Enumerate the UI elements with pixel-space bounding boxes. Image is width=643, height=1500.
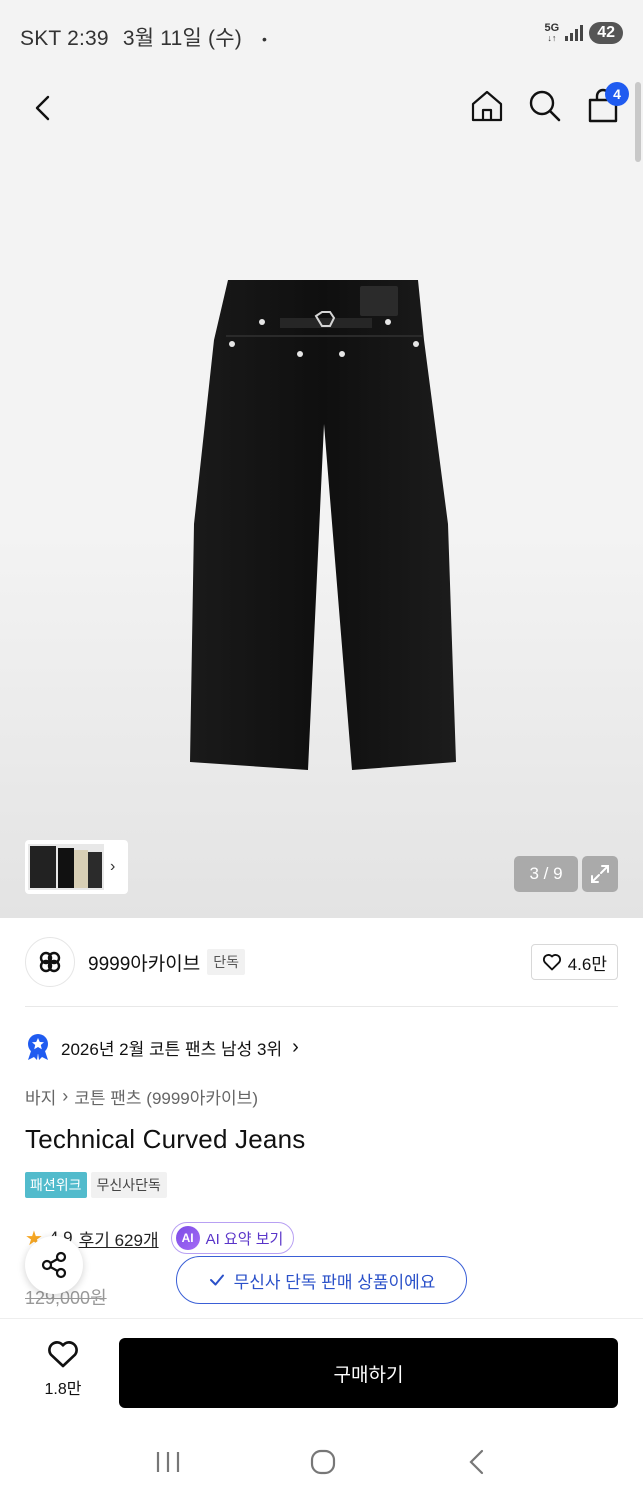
check-icon <box>209 1274 224 1286</box>
recent-apps-icon <box>156 1451 179 1472</box>
status-bar: SKT 2:39 3월 11일 (수) • 5G ↓↑ 42 <box>0 0 643 70</box>
share-icon <box>41 1251 67 1279</box>
home-icon <box>471 90 503 122</box>
product-title: Technical Curved Jeans <box>25 1124 306 1154</box>
ai-summary-button[interactable]: AI AI 요약 보기 <box>170 1222 295 1254</box>
tag-musinsa-exclusive: 무신사단독 <box>90 1172 167 1198</box>
cart-button[interactable]: 4 <box>585 82 629 124</box>
thumbnail-image <box>28 844 104 890</box>
search-button[interactable] <box>527 88 563 124</box>
recent-apps-button[interactable] <box>154 1449 182 1480</box>
share-button[interactable] <box>25 1236 83 1294</box>
wishlist-button[interactable]: 1.8만 <box>28 1339 98 1399</box>
battery-icon: 42 <box>589 22 623 44</box>
brand-like-button[interactable]: 4.6만 <box>530 944 618 980</box>
back-arrow-icon <box>469 1449 484 1474</box>
network-5g-icon: 5G ↓↑ <box>544 22 560 44</box>
chevron-right-icon: › <box>62 1086 69 1106</box>
chevron-right-icon: › <box>292 1035 299 1058</box>
carrier-time: SKT 2:39 <box>20 27 109 50</box>
product-image[interactable] <box>180 274 470 774</box>
exclusive-toast: 무신사 단독 판매 상품이에요 <box>176 1256 467 1304</box>
search-icon <box>529 90 561 122</box>
ranking-link[interactable]: 2026년 2월 코튼 팬츠 남성 3위 › <box>25 1033 299 1061</box>
status-indicators: 5G ↓↑ 42 <box>545 22 623 44</box>
breadcrumb-subcategory[interactable]: 코튼 팬츠 (9999아카이브) <box>74 1084 258 1109</box>
expand-icon <box>591 865 609 883</box>
chevron-right-icon: › <box>110 858 116 875</box>
cart-count-badge: 4 <box>605 82 629 106</box>
exclusive-tag: 단독 <box>207 949 245 975</box>
buy-button[interactable]: 구매하기 <box>119 1338 618 1408</box>
ai-summary-label: AI 요약 보기 <box>205 1230 284 1248</box>
home-circle-icon <box>311 1449 336 1474</box>
review-count-link[interactable]: 후기 629개 <box>79 1226 159 1251</box>
wishlist-count: 1.8만 <box>44 1381 82 1398</box>
scrollbar[interactable] <box>635 82 641 162</box>
fullscreen-button[interactable] <box>582 856 618 892</box>
heart-icon <box>542 954 561 971</box>
status-date: 3월 11일 (수) <box>122 27 242 50</box>
breadcrumb: 바지 › 코튼 팬츠 (9999아카이브) <box>25 1084 258 1109</box>
brand-logo[interactable] <box>25 937 75 987</box>
status-time-date: SKT 2:39 3월 11일 (수) • <box>20 22 267 52</box>
back-button[interactable] <box>28 92 60 124</box>
back-system-button[interactable] <box>465 1448 489 1481</box>
signal-icon <box>565 25 584 41</box>
home-button[interactable] <box>469 88 505 124</box>
purchase-bar: 1.8만 구매하기 <box>0 1318 643 1428</box>
ai-icon: AI <box>175 1226 200 1250</box>
brand-logo-icon <box>39 951 61 973</box>
chevron-left-icon <box>35 95 50 121</box>
header-actions: 4 <box>469 82 629 124</box>
ranking-text: 2026년 2월 코튼 팬츠 남성 3위 <box>61 1039 283 1059</box>
notification-dot: • <box>261 31 268 48</box>
product-gallery[interactable]: 4 › 3 / 9 <box>0 70 643 918</box>
divider <box>25 1006 618 1007</box>
toast-text: 무신사 단독 판매 상품이에요 <box>233 1272 436 1292</box>
system-navigation-bar <box>0 1428 643 1500</box>
home-system-button[interactable] <box>309 1448 337 1481</box>
ranking-badge-icon <box>28 1034 48 1060</box>
thumbnail-strip[interactable]: › <box>25 840 128 894</box>
brand-like-count: 4.6만 <box>567 954 607 974</box>
brand-name[interactable]: 9999아카이브 <box>88 949 200 976</box>
brand-row: 9999아카이브 단독 4.6만 <box>25 936 618 988</box>
product-tags: 패션위크 무신사단독 <box>25 1172 167 1198</box>
tag-fashion-week: 패션위크 <box>25 1172 87 1198</box>
heart-icon <box>48 1341 78 1368</box>
image-page-counter: 3 / 9 <box>514 856 578 892</box>
breadcrumb-category[interactable]: 바지 <box>25 1084 56 1109</box>
